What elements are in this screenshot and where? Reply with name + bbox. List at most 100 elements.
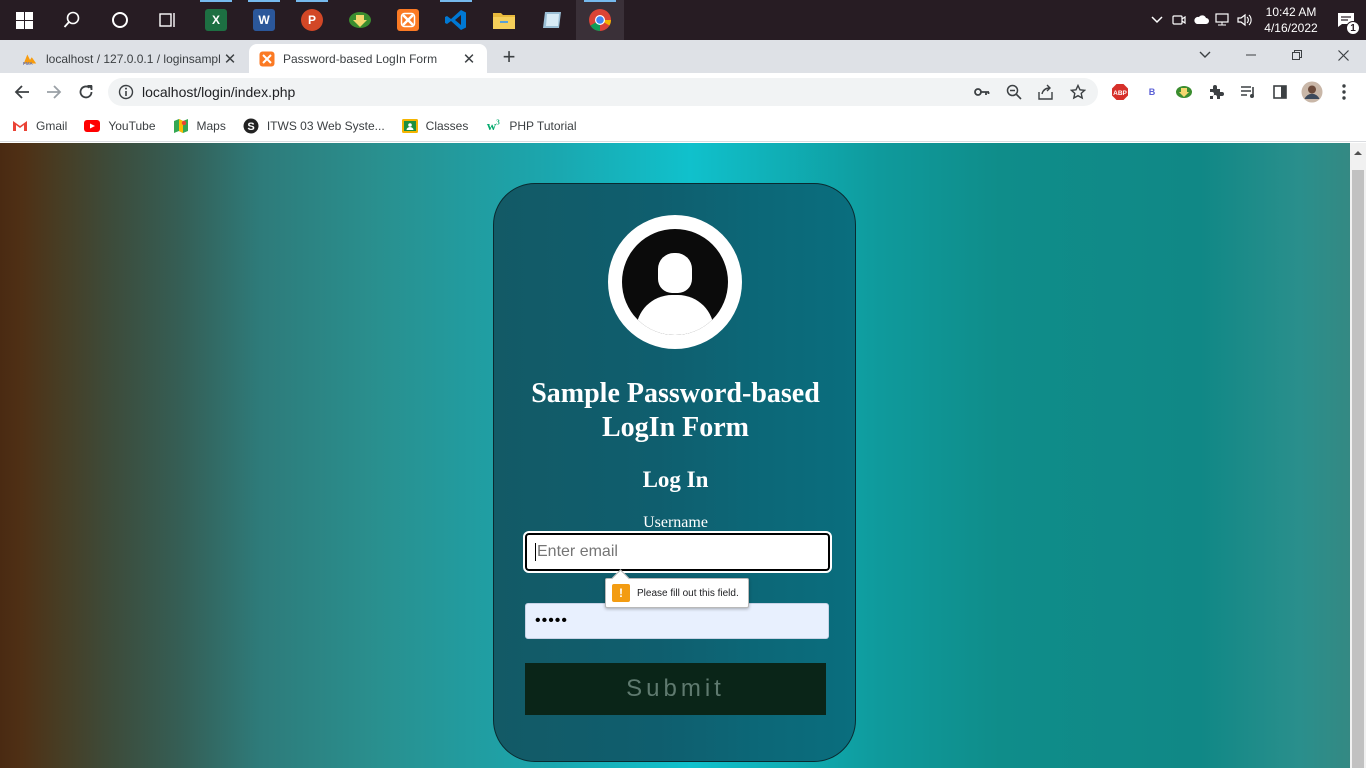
restore-button[interactable] [1274, 40, 1320, 70]
bookmark-label: Gmail [36, 119, 68, 133]
classroom-icon [401, 118, 418, 134]
login-heading: Log In [642, 467, 709, 492]
b-icon: B [1148, 87, 1156, 97]
submit-button[interactable]: Submit [525, 663, 826, 715]
kebab-menu-icon [1342, 84, 1346, 100]
taskbar-app-word[interactable]: W [240, 0, 288, 40]
adblock-plus-extension[interactable]: ABP [1108, 80, 1132, 104]
adblock-icon: ABP [1112, 84, 1128, 100]
windows-taskbar: X W P 10:42 AM 4/16/2022 1 [0, 0, 1366, 40]
address-bar[interactable]: localhost/login/index.php [108, 78, 1098, 106]
reload-button[interactable] [70, 76, 102, 108]
avatar-icon [1301, 81, 1323, 103]
login-card: Sample Password-based LogIn Form Log In … [493, 183, 856, 762]
taskbar-app-powerpoint[interactable]: P [288, 0, 336, 40]
taskbar-app-chrome[interactable] [576, 0, 624, 40]
app-icon [543, 12, 561, 28]
vscode-icon [445, 10, 466, 30]
volume-tray[interactable] [1234, 0, 1256, 40]
email-field[interactable]: Enter email [523, 531, 832, 573]
show-hidden-icons[interactable] [1146, 0, 1168, 40]
phpmyadmin-icon: PMA [22, 51, 38, 67]
cortana-icon [112, 12, 128, 28]
chrome-menu-button[interactable] [1332, 80, 1356, 104]
taskbar-app-idm[interactable] [336, 0, 384, 40]
bookmark-star-icon[interactable] [1066, 84, 1090, 100]
back-button[interactable] [6, 76, 38, 108]
network-icon [1215, 13, 1229, 26]
task-view-button[interactable] [144, 0, 192, 40]
tab-title: localhost / 127.0.0.1 / loginsampl [46, 51, 221, 66]
clock[interactable]: 10:42 AM 4/16/2022 [1256, 4, 1326, 36]
clock-time: 10:42 AM [1265, 5, 1317, 19]
taskbar-app-file-explorer[interactable] [480, 0, 528, 40]
search-button[interactable] [48, 0, 96, 40]
side-panel-button[interactable] [1268, 80, 1292, 104]
close-tab-icon[interactable]: ✕ [222, 51, 238, 68]
idm-icon [1176, 86, 1192, 98]
site-info-icon[interactable] [118, 84, 134, 105]
bookmark-php-tutorial[interactable]: w3 PHP Tutorial [485, 118, 577, 134]
idm-extension[interactable] [1172, 80, 1196, 104]
extensions-button[interactable] [1204, 80, 1228, 104]
b-extension[interactable]: B [1140, 80, 1164, 104]
taskbar-app-xampp[interactable] [384, 0, 432, 40]
scrollbar-thumb[interactable] [1352, 170, 1364, 768]
close-tab-icon[interactable]: ✕ [461, 51, 477, 68]
w3schools-icon: w3 [486, 118, 500, 133]
user-avatar [608, 215, 742, 349]
system-tray: 10:42 AM 4/16/2022 1 [1146, 0, 1366, 40]
validation-message: Please fill out this field. [637, 587, 739, 599]
bookmark-gmail[interactable]: Gmail [12, 118, 67, 134]
onedrive-tray[interactable] [1190, 0, 1212, 40]
notification-count-badge: 1 [1346, 21, 1360, 35]
minimize-button[interactable] [1228, 40, 1274, 70]
profile-avatar[interactable] [1300, 80, 1324, 104]
taskbar-app-excel[interactable]: X [192, 0, 240, 40]
idm-icon [349, 12, 371, 28]
bookmark-itws[interactable]: S ITWS 03 Web Syste... [243, 118, 385, 134]
maps-icon [173, 118, 189, 134]
key-icon[interactable] [970, 87, 994, 97]
zoom-out-icon[interactable] [1002, 84, 1026, 100]
password-field[interactable]: ••••• [525, 603, 829, 639]
speaker-icon [1237, 13, 1252, 27]
minimize-icon [1246, 54, 1256, 56]
bookmark-label: YouTube [108, 119, 156, 133]
tab-login-form[interactable]: Password-based LogIn Form ✕ [249, 44, 487, 73]
network-tray[interactable] [1212, 0, 1234, 40]
bookmark-label: ITWS 03 Web Syste... [266, 119, 385, 133]
bookmark-label: Classes [425, 119, 469, 133]
youtube-icon [84, 118, 101, 134]
password-value: ••••• [535, 612, 569, 629]
site-icon: S [243, 118, 259, 134]
bookmark-maps[interactable]: Maps [173, 118, 226, 134]
gmail-icon [12, 118, 28, 134]
powerpoint-icon: P [301, 9, 323, 31]
page-viewport: Sample Password-based LogIn Form Log In … [0, 143, 1350, 768]
share-icon[interactable] [1034, 84, 1058, 100]
clock-date: 4/16/2022 [1264, 21, 1318, 35]
restore-icon [1292, 50, 1302, 60]
chrome-icon [589, 9, 611, 31]
start-button[interactable] [0, 0, 48, 40]
bookmark-classes[interactable]: Classes [401, 118, 469, 134]
cloud-icon [1194, 15, 1209, 24]
tab-search-button[interactable] [1182, 40, 1228, 70]
word-icon: W [253, 9, 275, 31]
warning-icon: ! [612, 584, 630, 602]
taskbar-app-other[interactable] [528, 0, 576, 40]
scroll-up-arrow-icon[interactable] [1350, 145, 1366, 161]
tab-title: Password-based LogIn Form [283, 51, 438, 66]
forward-button[interactable] [38, 76, 70, 108]
meet-now-tray[interactable] [1168, 0, 1190, 40]
close-window-button[interactable] [1320, 40, 1366, 70]
taskbar-app-vscode[interactable] [432, 0, 480, 40]
new-tab-button[interactable]: + [497, 44, 521, 69]
media-control-button[interactable] [1236, 80, 1260, 104]
close-icon [1337, 49, 1349, 61]
bookmark-youtube[interactable]: YouTube [84, 118, 156, 134]
tab-phpmyadmin[interactable]: PMA localhost / 127.0.0.1 / loginsampl ✕ [12, 44, 248, 73]
cortana-button[interactable] [96, 0, 144, 40]
action-center-button[interactable]: 1 [1326, 0, 1366, 40]
